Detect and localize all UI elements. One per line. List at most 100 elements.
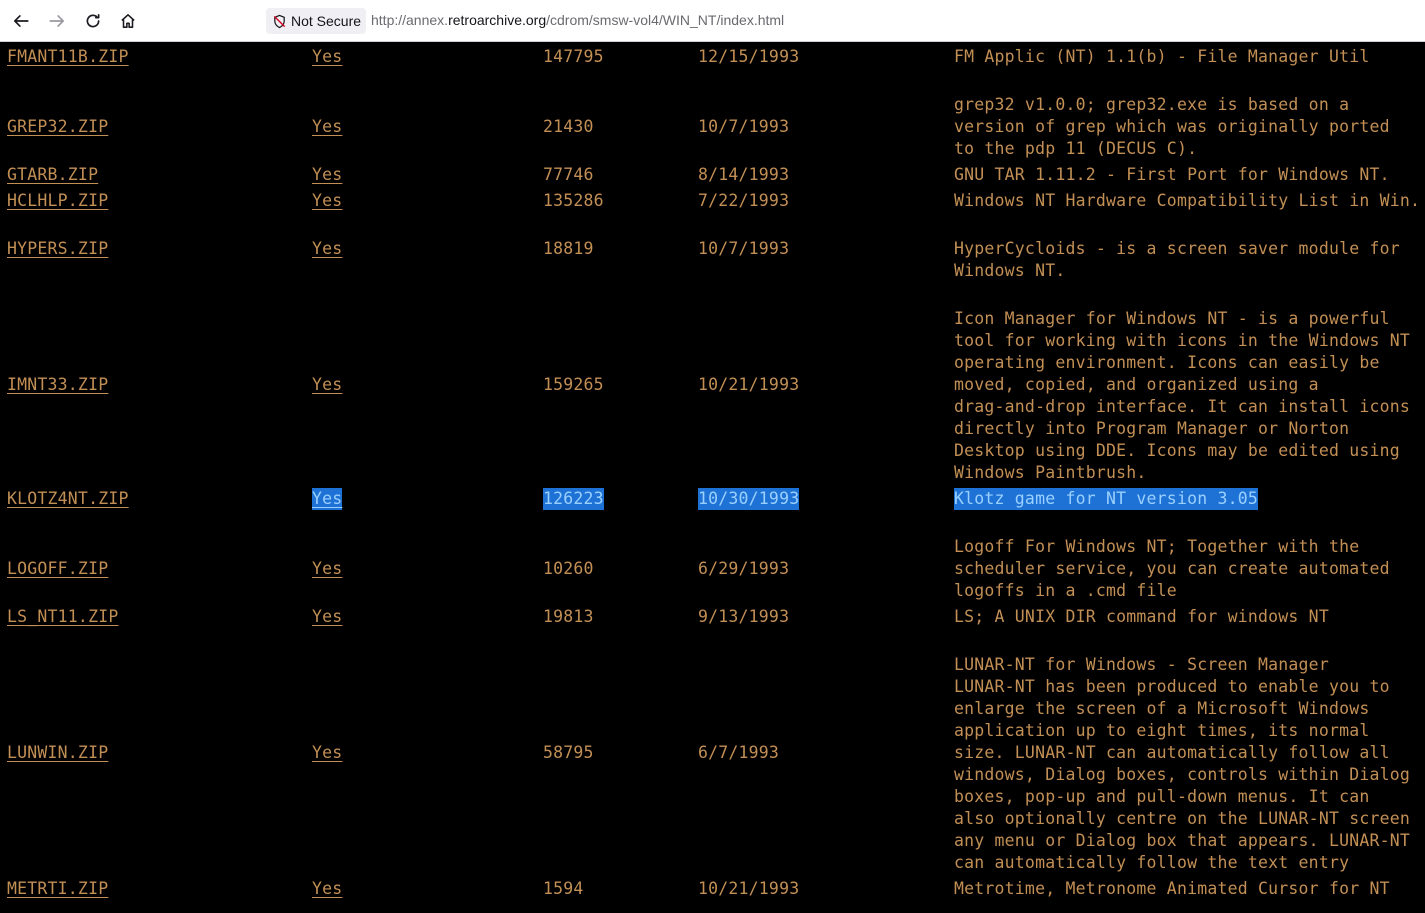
file-description: Windows NT Hardware Compatibility List i… [954, 190, 1424, 212]
download-link[interactable]: Yes [312, 374, 342, 396]
download-link[interactable]: Yes [312, 46, 342, 68]
description-line: windows, Dialog boxes, controls within D… [954, 765, 1411, 784]
browser-toolbar: Not Secure http://annex.retroarchive.org… [0, 0, 1425, 42]
security-indicator[interactable]: Not Secure [266, 8, 366, 34]
file-description: FM Applic (NT) 1.1(b) - File Manager Uti… [954, 46, 1424, 68]
description-line: Windows NT Hardware Compatibility List i… [954, 191, 1421, 210]
download-link[interactable]: Yes [312, 164, 342, 186]
description-line: GNU TAR 1.11.2 - First Port for Windows … [954, 165, 1390, 184]
file-size: 77746 [543, 165, 594, 184]
file-description: Logoff For Windows NT; Together with the… [954, 536, 1424, 602]
description-line: scheduler service, you can create automa… [954, 559, 1390, 578]
file-date: 9/13/1993 [698, 607, 790, 626]
download-link[interactable]: Yes [312, 488, 343, 510]
description-line: LUNAR-NT for Windows - Screen Manager [954, 655, 1329, 674]
description-line: to the pdp 11 (DECUS C). [954, 139, 1198, 158]
description-line: Icon Manager for Windows NT - is a power… [954, 309, 1390, 328]
description-line: can automatically follow the text entry [954, 853, 1350, 872]
file-name-link[interactable]: FMANT11B.ZIP [7, 46, 129, 68]
home-icon [121, 14, 135, 28]
description-line: directly into Program Manager or Norton [954, 419, 1350, 438]
description-line: any menu or Dialog box that appears. LUN… [954, 831, 1411, 850]
description-line: Windows Paintbrush. [954, 463, 1147, 482]
reload-icon [86, 13, 100, 28]
file-name-link[interactable]: HYPERS.ZIP [7, 238, 108, 260]
file-description: HyperCycloids - is a screen saver module… [954, 238, 1424, 282]
description-line: logoffs in a .cmd file [954, 581, 1177, 600]
description-line: size. LUNAR-NT can automatically follow … [954, 743, 1390, 762]
file-date: 12/15/1993 [698, 47, 800, 66]
file-size: 147795 [543, 47, 604, 66]
download-link[interactable]: Yes [312, 606, 342, 628]
file-size: 10260 [543, 559, 594, 578]
file-listing: FMANT11B.ZIP Yes 147795 12/15/1993 FM Applic… [0, 42, 1425, 913]
file-size: 18819 [543, 239, 594, 258]
file-date: 6/7/1993 [698, 743, 780, 762]
file-size: 1594 [543, 879, 584, 898]
file-description: Icon Manager for Windows NT - is a power… [954, 308, 1424, 484]
file-name-link[interactable]: GREP32.ZIP [7, 116, 108, 138]
file-date: 8/14/1993 [698, 165, 790, 184]
description-line: HyperCycloids - is a screen saver module… [954, 239, 1400, 258]
download-link[interactable]: Yes [312, 116, 342, 138]
file-date: 10/7/1993 [698, 239, 790, 258]
description-line: operating environment. Icons can easily … [954, 353, 1380, 372]
description-line: Windows NT. [954, 261, 1066, 280]
file-date: 10/7/1993 [698, 117, 790, 136]
description-line: FM Applic (NT) 1.1(b) - File Manager Uti… [954, 47, 1370, 66]
file-description: LUNAR-NT for Windows - Screen Manager LUN… [954, 654, 1424, 874]
file-size: 21430 [543, 117, 594, 136]
download-link[interactable]: Yes [312, 190, 342, 212]
download-link[interactable]: Yes [312, 238, 342, 260]
file-description: grep32 v1.0.0; grep32.exe is based on a v… [954, 94, 1424, 160]
file-description: Metrotime, Metronome Animated Cursor for… [954, 878, 1424, 900]
forward-arrow-icon [49, 15, 65, 27]
file-size: 135286 [543, 191, 604, 210]
description-line: moved, copied, and organized using a [954, 375, 1319, 394]
file-name-link[interactable]: LUNWIN.ZIP [7, 742, 108, 764]
description-line: Logoff For Windows NT; Together with the [954, 537, 1360, 556]
file-size: 159265 [543, 375, 604, 394]
file-name-link[interactable]: KLOTZ4NT.ZIP [7, 488, 129, 510]
file-name-link[interactable]: LS_NT11.ZIP [7, 606, 118, 628]
download-link[interactable]: Yes [312, 742, 342, 764]
file-description: Klotz game for NT version 3.05 [954, 488, 1424, 510]
file-date: 10/30/1993 [698, 488, 800, 510]
file-name-link[interactable]: IMNT33.ZIP [7, 374, 108, 396]
insecure-shield-icon [273, 14, 286, 28]
file-date: 7/22/1993 [698, 191, 790, 210]
forward-button[interactable] [42, 6, 72, 36]
file-name-link[interactable]: METRTI.ZIP [7, 878, 108, 900]
file-name-link[interactable]: HCLHLP.ZIP [7, 190, 108, 212]
description-line: grep32 v1.0.0; grep32.exe is based on a [954, 95, 1350, 114]
url-path: /cdrom/smsw-vol4/WIN_NT/index.html [546, 12, 785, 28]
file-description: LS; A UNIX DIR command for windows NT [954, 606, 1424, 628]
description-line: LS; A UNIX DIR command for windows NT [954, 607, 1329, 626]
description-line: version of grep which was originally por… [954, 117, 1390, 136]
back-button[interactable] [6, 6, 36, 36]
file-date: 10/21/1993 [698, 879, 800, 898]
file-size: 58795 [543, 743, 594, 762]
file-description: GNU TAR 1.11.2 - First Port for Windows … [954, 164, 1424, 186]
description-line: Klotz game for NT version 3.05 [954, 488, 1259, 510]
download-link[interactable]: Yes [312, 878, 342, 900]
description-line: also optionally centre on the LUNAR-NT s… [954, 809, 1411, 828]
file-name-link[interactable]: LOGOFF.ZIP [7, 558, 108, 580]
reload-button[interactable] [78, 6, 108, 36]
url-prefix: http://annex. [371, 12, 449, 28]
description-line: application up to eight times, its norma… [954, 721, 1370, 740]
file-name-link[interactable]: GTARB.ZIP [7, 164, 98, 186]
url-bar[interactable]: http://annex.retroarchive.org/cdrom/smsw… [371, 12, 784, 32]
home-button[interactable] [113, 6, 143, 36]
description-line: tool for working with icons in the Windo… [954, 331, 1411, 350]
download-link[interactable]: Yes [312, 558, 342, 580]
description-line: drag-and-drop interface. It can install … [954, 397, 1411, 416]
description-line: enlarge the screen of a Microsoft Window… [954, 699, 1370, 718]
file-size: 19813 [543, 607, 594, 626]
description-line: LUNAR-NT has been produced to enable you… [954, 677, 1390, 696]
file-date: 6/29/1993 [698, 559, 790, 578]
file-size: 126223 [543, 488, 604, 510]
security-label: Not Secure [291, 13, 362, 29]
description-line: boxes, pop-up and pull-down menus. It ca… [954, 787, 1370, 806]
description-line: Metrotime, Metronome Animated Cursor for… [954, 879, 1390, 898]
